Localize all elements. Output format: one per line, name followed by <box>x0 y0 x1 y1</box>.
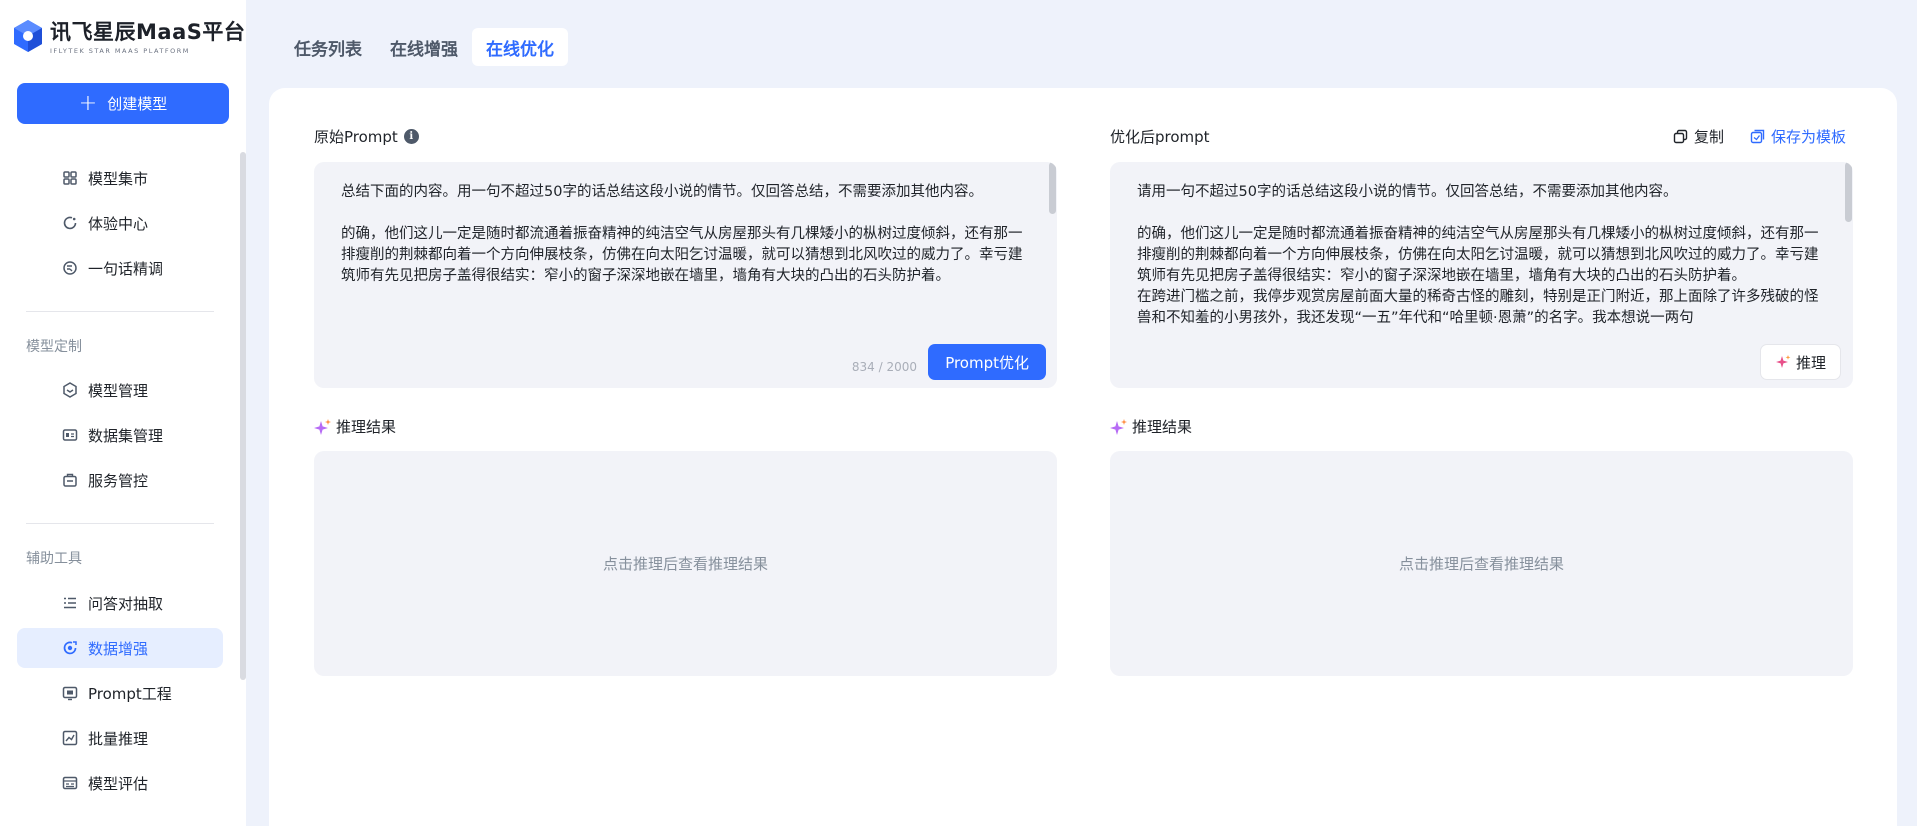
original-prompt-box: 总结下面的内容。用一句不超过50字的话总结这段小说的情节。仅回答总结，不需要添加… <box>314 162 1057 388</box>
optimized-prompt-scrollbar[interactable] <box>1845 162 1852 222</box>
tune-circle-icon <box>63 261 77 275</box>
logo-icon <box>14 19 42 52</box>
evaluate-icon <box>62 776 78 790</box>
refresh-circle-icon <box>63 216 77 230</box>
original-prompt-scrollbar[interactable] <box>1049 162 1056 214</box>
hexagon-icon <box>63 382 77 398</box>
sidebar-item-label: Prompt工程 <box>88 684 172 703</box>
optimized-prompt-header: 优化后prompt <box>1110 126 1210 147</box>
copy-icon <box>1673 129 1688 144</box>
logo-subtitle: IFLYTEK STAR MAAS PLATFORM <box>50 47 190 55</box>
sidebar-item-dataset-management[interactable]: 数据集管理 <box>17 415 223 455</box>
boost-icon <box>63 641 77 655</box>
top-tabs: 任务列表 在线增强 在线优化 <box>280 28 568 66</box>
sidebar-item-model-market[interactable]: 模型集市 <box>17 158 223 198</box>
section-title-model-custom: 模型定制 <box>26 339 82 355</box>
sidebar-item-label: 批量推理 <box>88 729 149 748</box>
sidebar-item-prompt-engineering[interactable]: Prompt工程 <box>17 673 223 713</box>
left-result-box: 点击推理后查看推理结果 <box>314 451 1057 676</box>
left-result-header: 推理结果 <box>314 416 396 437</box>
original-prompt-title: 原始Prompt <box>314 128 398 146</box>
infer-label: 推理 <box>1795 353 1826 372</box>
char-count: 834 / 2000 <box>851 360 917 374</box>
copy-button[interactable]: 复制 <box>1673 126 1724 147</box>
create-model-label: 创建模型 <box>107 95 168 113</box>
sidebar-scrollbar[interactable] <box>240 152 246 680</box>
infer-button[interactable]: 推理 <box>1759 344 1841 380</box>
list-icon <box>64 597 76 609</box>
sidebar-item-label: 问答对抽取 <box>88 594 164 613</box>
original-prompt-textarea[interactable]: 总结下面的内容。用一句不超过50字的话总结这段小说的情节。仅回答总结，不需要添加… <box>341 182 1025 342</box>
optimized-prompt-title: 优化后prompt <box>1110 128 1210 146</box>
right-result-header: 推理结果 <box>1110 416 1192 437</box>
tab-online-optimization[interactable]: 在线优化 <box>472 28 568 66</box>
logo[interactable]: 讯飞星辰MaaS平台 IFLYTEK STAR MAAS PLATFORM <box>12 16 245 55</box>
right-result-title: 推理结果 <box>1132 418 1193 436</box>
prompt-optimize-button[interactable]: Prompt优化 <box>928 344 1046 380</box>
sidebar-item-data-augmentation[interactable]: 数据增强 <box>17 628 223 668</box>
sidebar-item-label: 模型集市 <box>88 169 149 188</box>
sidebar: 讯飞星辰MaaS平台 IFLYTEK STAR MAAS PLATFORM + … <box>0 0 246 826</box>
save-as-template-button[interactable]: 保存为模板 <box>1750 126 1846 147</box>
save-template-icon <box>1750 129 1765 144</box>
sidebar-item-label: 数据集管理 <box>88 426 164 445</box>
sidebar-item-model-evaluation[interactable]: 模型评估 <box>17 763 223 803</box>
sparkle-icon <box>1110 418 1127 435</box>
right-result-box: 点击推理后查看推理结果 <box>1110 451 1853 676</box>
logo-title: 讯飞星辰MaaS平台 <box>50 20 246 44</box>
sidebar-item-label: 一句话精调 <box>88 259 164 278</box>
sidebar-item-label: 模型管理 <box>88 381 149 400</box>
sparkle-icon <box>1775 355 1791 368</box>
main-card: 原始Prompt i 总结下面的内容。用一句不超过50字的话总结这段小说的情节。… <box>269 88 1897 826</box>
left-result-placeholder: 点击推理后查看推理结果 <box>602 555 768 573</box>
chart-icon <box>62 730 78 746</box>
section-title-tools: 辅助工具 <box>26 551 82 567</box>
prompt-icon <box>62 686 78 701</box>
briefcase-icon <box>63 473 77 487</box>
grid-icon <box>63 171 77 185</box>
sidebar-item-one-sentence-tuning[interactable]: 一句话精调 <box>17 248 223 288</box>
sidebar-item-label: 服务管控 <box>88 471 149 490</box>
original-prompt-header: 原始Prompt i <box>314 126 419 147</box>
sidebar-item-model-management[interactable]: 模型管理 <box>17 370 223 410</box>
right-result-placeholder: 点击推理后查看推理结果 <box>1398 555 1564 573</box>
info-icon[interactable]: i <box>403 129 419 144</box>
save-template-label: 保存为模板 <box>1771 128 1847 146</box>
plus-icon: + <box>78 90 98 116</box>
sidebar-item-label: 体验中心 <box>88 214 149 233</box>
dataset-icon <box>62 429 78 441</box>
sidebar-item-batch-inference[interactable]: 批量推理 <box>17 718 223 758</box>
sidebar-item-label: 数据增强 <box>88 639 149 658</box>
left-result-title: 推理结果 <box>336 418 397 436</box>
sidebar-item-qa-extraction[interactable]: 问答对抽取 <box>17 583 223 623</box>
create-model-button[interactable]: + 创建模型 <box>17 83 229 124</box>
sidebar-divider <box>26 523 214 524</box>
sparkle-icon <box>314 418 331 435</box>
sidebar-item-label: 模型评估 <box>88 774 149 793</box>
tab-task-list[interactable]: 任务列表 <box>280 28 376 66</box>
tab-online-augmentation[interactable]: 在线增强 <box>376 28 472 66</box>
sidebar-item-experience-center[interactable]: 体验中心 <box>17 203 223 243</box>
optimized-prompt-textarea[interactable]: 请用一句不超过50字的话总结这段小说的情节。仅回答总结，不需要添加其他内容。 的… <box>1137 182 1821 342</box>
copy-label: 复制 <box>1694 128 1725 146</box>
sidebar-item-service-control[interactable]: 服务管控 <box>17 460 223 500</box>
optimized-prompt-box: 请用一句不超过50字的话总结这段小说的情节。仅回答总结，不需要添加其他内容。 的… <box>1110 162 1853 388</box>
sidebar-divider <box>26 311 214 312</box>
